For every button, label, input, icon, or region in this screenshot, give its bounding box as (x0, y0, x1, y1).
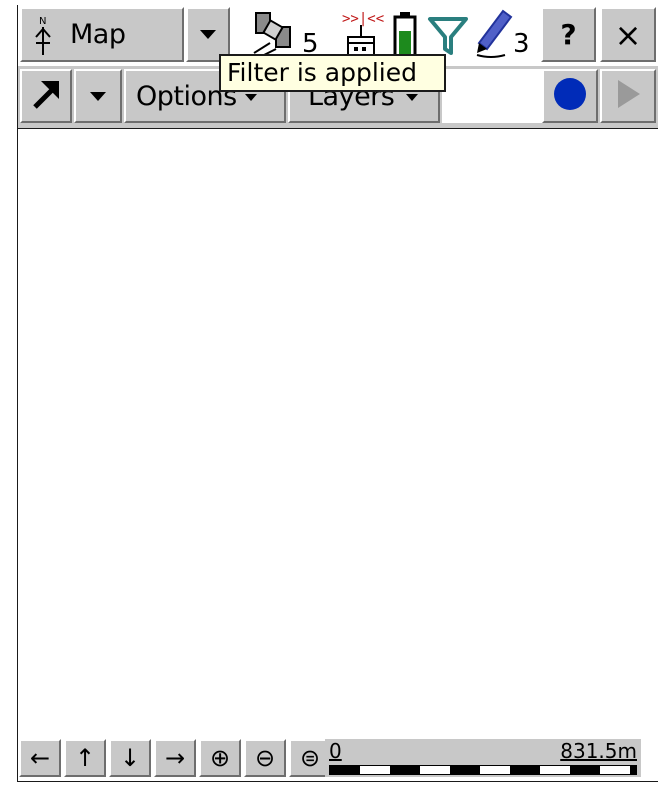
arrow-left-icon: ← (29, 744, 51, 772)
scale-ruler (329, 765, 637, 775)
close-icon: × (614, 15, 642, 54)
zoom-in-button[interactable]: ⊕ (199, 739, 241, 777)
scale-start-label: 0 (329, 739, 342, 763)
arrow-up-icon: ↑ (74, 744, 96, 772)
arrow-right-icon: → (164, 744, 186, 772)
pointer-tool-button[interactable] (20, 69, 72, 123)
pan-down-button[interactable]: ↓ (109, 739, 151, 777)
pointer-arrow-icon (29, 77, 63, 115)
dropdown-arrow-icon (90, 87, 106, 106)
zoom-out-icon: ⊖ (254, 744, 276, 772)
play-button[interactable] (600, 69, 656, 123)
zoom-out-button[interactable]: ⊖ (244, 739, 286, 777)
svg-text:N: N (39, 16, 46, 27)
north-arrow-icon: N (32, 13, 56, 57)
pen-icon (473, 9, 517, 65)
record-button[interactable] (542, 69, 598, 123)
play-icon (614, 78, 642, 114)
filter-tooltip: Filter is applied (219, 54, 446, 92)
app-window: N Map 5 >>|<< 3 ? × Options Layers (17, 5, 658, 782)
help-button[interactable]: ? (541, 7, 596, 62)
pointer-tool-dropdown[interactable] (74, 69, 122, 123)
arrow-down-icon: ↓ (119, 744, 141, 772)
view-selector-label: Map (70, 19, 126, 50)
map-scale-bar: 0 831.5m (325, 739, 641, 777)
svg-text:>>|<<: >>|<< (342, 11, 384, 27)
help-label: ? (560, 18, 577, 51)
zoom-in-icon: ⊕ (209, 744, 231, 772)
pan-right-button[interactable]: → (154, 739, 196, 777)
scale-end-label: 831.5m (560, 739, 637, 763)
pen-count: 3 (513, 29, 530, 59)
view-selector-button[interactable]: N Map (20, 7, 184, 62)
toolbar-spacer (442, 69, 542, 123)
dropdown-arrow-icon (200, 25, 216, 44)
pan-up-button[interactable]: ↑ (64, 739, 106, 777)
record-icon (552, 76, 588, 116)
filter-status[interactable] (427, 13, 469, 57)
zoom-extents-icon: ⊜ (299, 744, 321, 772)
close-button[interactable]: × (600, 7, 656, 62)
map-canvas[interactable] (18, 129, 658, 741)
pan-left-button[interactable]: ← (19, 739, 61, 777)
